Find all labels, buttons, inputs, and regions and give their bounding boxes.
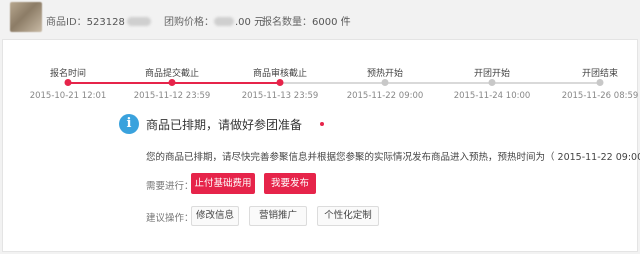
publish-button[interactable]: 我要发布 (264, 173, 316, 194)
signup-quantity: 报名数量：6000 件 (262, 13, 351, 28)
timeline-segment (280, 82, 385, 84)
redacted-mask (214, 17, 234, 26)
product-id: 商品ID：523128 (46, 13, 151, 28)
timeline-step-label: 开团结束 (581, 69, 619, 79)
signup-quantity-label: 报名数量： (262, 17, 312, 28)
pay-base-fee-button[interactable]: 止付基础费用 (191, 173, 255, 194)
timeline-step-dot (276, 79, 284, 86)
product-id-label: 商品ID： (46, 17, 87, 28)
timeline-step-dot (596, 79, 604, 86)
timeline-segment (68, 82, 172, 84)
product-summary-bar: 商品ID：523128 团购价格： .00 元 报名数量：6000 件 (0, 0, 640, 38)
timeline-step-label: 预热开始 (366, 69, 404, 79)
status-dot (320, 122, 324, 126)
timeline-step-time: 2015-11-22 09:00 (346, 91, 424, 101)
product-thumbnail[interactable] (10, 2, 42, 32)
required-actions-label: 需要进行： (146, 181, 194, 192)
timeline-step-label: 报名时间 (49, 69, 87, 79)
timeline-step-label: 开团开始 (473, 69, 511, 79)
group-price-label: 团购价格： (164, 17, 214, 28)
redacted-mask (126, 17, 151, 26)
notice-description: 您的商品已排期，请尽快完善参聚信息并根据您参聚的实际情况发布商品进入预热，预热时… (146, 152, 640, 163)
timeline-step-dot (64, 79, 72, 86)
notice-title: 商品已排期，请做好参团准备 (146, 118, 303, 132)
timeline-step-time: 2015-11-13 23:59 (241, 91, 319, 101)
info-icon: i (119, 114, 139, 134)
timeline-step-time: 2015-11-26 08:59 (561, 91, 639, 101)
customize-button[interactable]: 个性化定制 (317, 206, 379, 226)
timeline-step-time: 2015-11-12 23:59 (133, 91, 211, 101)
timeline-step-label: 商品审核截止 (252, 69, 308, 79)
suggested-actions-label: 建议操作： (146, 213, 194, 224)
timeline-segment (385, 82, 492, 84)
timeline-segment (172, 82, 280, 84)
timeline-step-time: 2015-11-24 10:00 (453, 91, 531, 101)
product-id-value: 523128 (86, 17, 125, 28)
group-price: 团购价格： .00 元 (164, 13, 264, 28)
timeline-step-dot (381, 79, 389, 86)
group-price-value: .00 元 (235, 17, 265, 28)
timeline-step-time: 2015-10-21 12:01 (29, 91, 107, 101)
edit-info-button[interactable]: 修改信息 (191, 206, 239, 226)
timeline-step-label: 商品提交截止 (144, 69, 200, 79)
marketing-promotion-button[interactable]: 营销推广 (249, 206, 307, 226)
timeline-step-dot (168, 79, 176, 86)
signup-quantity-value: 6000 件 (312, 17, 351, 28)
timeline-segment (492, 82, 600, 84)
timeline-step-dot (488, 79, 496, 86)
